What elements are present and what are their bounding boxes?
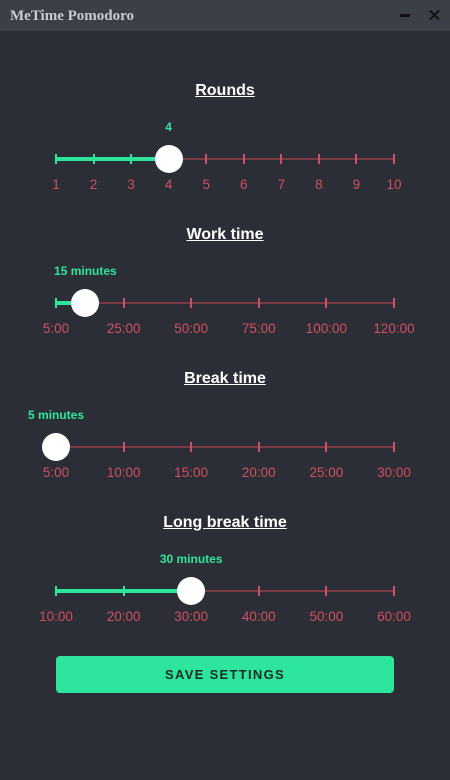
slider-tick [393, 298, 395, 308]
slider-tick-label: 8 [315, 177, 323, 192]
section-title: Rounds [195, 82, 255, 99]
slider-value-label: 30 minutes [159, 552, 223, 566]
slider-track[interactable] [56, 446, 394, 448]
slider-tick [393, 154, 395, 164]
slider-thumb[interactable] [71, 289, 100, 317]
slider-tick [190, 298, 193, 308]
slider-thumb[interactable] [42, 433, 70, 461]
slider-tick-label: 5:00 [42, 321, 70, 336]
slider-tick-label: 7 [277, 177, 286, 192]
slider-tick-label: 50:00 [174, 321, 209, 336]
slider-tick-label: 5 [202, 177, 210, 192]
slider-tick-label: 4 [164, 177, 173, 192]
slider-tick-label: 1 [52, 177, 60, 192]
slider-tick-label: 2 [89, 177, 98, 192]
slider-tick [55, 154, 57, 164]
slider-tick [122, 298, 125, 308]
slider-tick [242, 154, 245, 164]
slider-tick-label: 20:00 [241, 465, 276, 480]
slider-tick [122, 442, 125, 452]
slider-value-label: 5 minutes [27, 408, 85, 422]
slider-track[interactable] [56, 302, 394, 304]
minimize-button[interactable] [393, 5, 417, 25]
slider-value-label: 15 minutes [54, 264, 117, 278]
slider-tick [92, 154, 95, 164]
slider-tick [325, 298, 328, 308]
app-title: MeTime Pomodoro [10, 8, 135, 24]
slider-tick-label: 30:00 [377, 465, 411, 480]
slider-tick-label: 6 [240, 177, 248, 192]
slider-tick [325, 442, 328, 452]
slider-tick-label: 3 [127, 177, 135, 192]
slider-tick [325, 586, 328, 596]
slider-tick-label: 5:00 [42, 465, 70, 480]
slider-tick-label: 30:00 [174, 609, 209, 624]
slider-tick-label: 50:00 [309, 609, 344, 624]
slider-tick [257, 298, 260, 308]
slider-thumb[interactable] [177, 577, 206, 605]
slider-tick-label: 60:00 [377, 609, 411, 624]
slider-tick-label: 25:00 [309, 465, 344, 480]
slider-tick [355, 154, 358, 164]
close-button[interactable] [423, 5, 447, 25]
slider-tick [280, 154, 283, 164]
slider-tick-label: 75:00 [241, 321, 276, 336]
slider-tick-label: 10:00 [39, 609, 73, 624]
slider-tick [257, 586, 260, 596]
slider-tick [257, 442, 260, 452]
slider-tick-label: 10 [386, 177, 402, 192]
slider-tick-label: 20:00 [106, 609, 141, 624]
slider-tick [55, 298, 57, 308]
section-title: Long break time [163, 514, 287, 531]
slider-tick [317, 154, 320, 164]
slider-tick [393, 442, 395, 452]
slider-tick [122, 586, 125, 596]
slider-tick [393, 586, 395, 596]
slider-tick-label: 100:00 [305, 321, 348, 336]
slider-tick-label: 25:00 [106, 321, 141, 336]
save-settings-button[interactable]: SAVE SETTINGS [56, 656, 394, 693]
slider-tick-label: 120:00 [373, 321, 415, 336]
slider-tick-label: 40:00 [241, 609, 276, 624]
slider-tick [190, 442, 193, 452]
slider-value-label: 4 [165, 120, 172, 134]
section-title: Work time [186, 226, 264, 243]
section-title: Break time [184, 370, 266, 387]
slider-thumb[interactable] [154, 145, 183, 173]
title-bar: MeTime Pomodoro [0, 0, 450, 31]
slider-tick-label: 15:00 [174, 465, 209, 480]
slider-tick-label: 10:00 [106, 465, 141, 480]
slider-tick [130, 154, 133, 164]
slider-tick-label: 9 [352, 177, 361, 192]
slider-fill [56, 157, 169, 161]
slider-tick [55, 586, 57, 596]
slider-tick [205, 154, 208, 164]
